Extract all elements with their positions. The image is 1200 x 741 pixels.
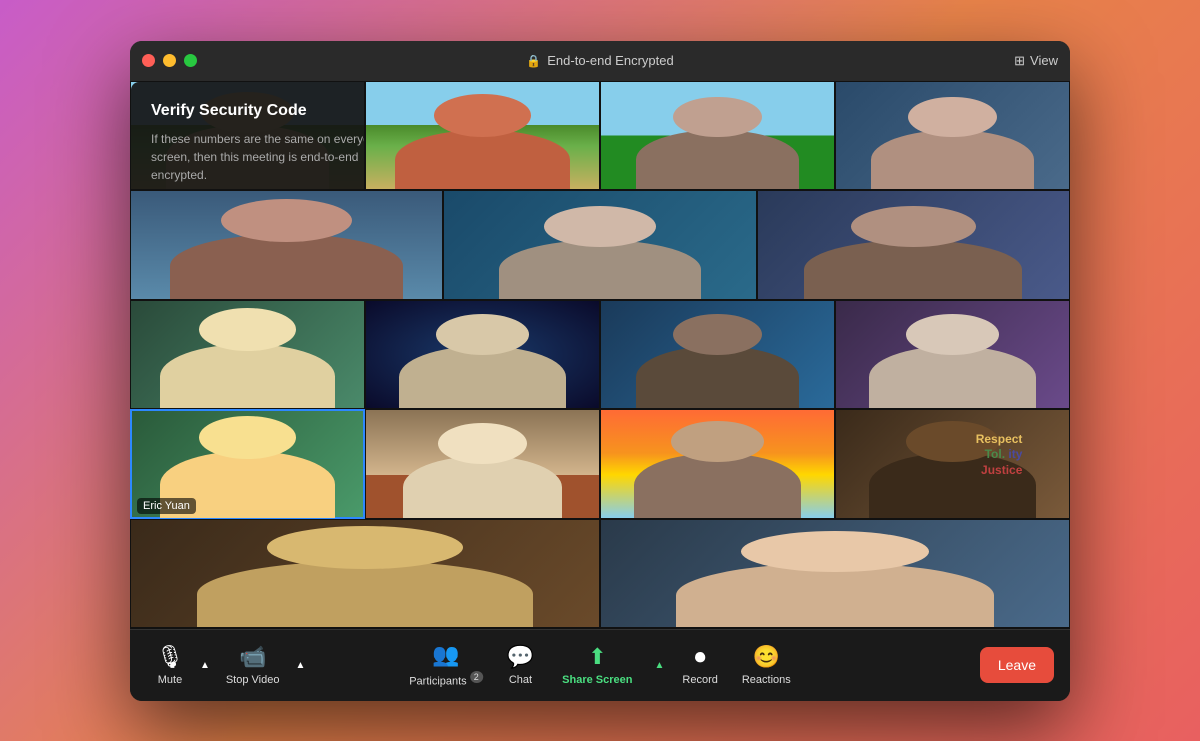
share-screen-button[interactable]: ⬆ Share Screen (548, 638, 646, 692)
person-12 (366, 410, 599, 518)
video-icon: 📹 (239, 644, 266, 670)
video-cell-9 (365, 300, 600, 410)
person-3 (601, 82, 834, 190)
record-icon: ⏺ (695, 644, 706, 670)
lock-icon: 🔒 (526, 54, 541, 68)
toolbar-left: 🎙 Mute ▲ 📹 Stop Video ▲ (146, 638, 309, 692)
person-14: Respect Tol. ity Justice (836, 410, 1069, 518)
share-caret-icon: ▲ (654, 660, 664, 671)
video-grid: Verify Security Code If these numbers ar… (130, 81, 1070, 629)
person-11 (836, 301, 1069, 409)
reactions-button[interactable]: 😊 Reactions (732, 638, 801, 692)
participants-button[interactable]: 👥 Participants 2 (399, 636, 493, 694)
video-cell-16 (600, 519, 1070, 629)
share-screen-icon: ⬆ (588, 644, 606, 670)
video-cell-4 (835, 81, 1070, 191)
mute-label: Mute (158, 674, 182, 686)
grid-row-5 (130, 519, 1070, 629)
person-16 (601, 520, 1069, 628)
title-bar: 🔒 End-to-end Encrypted ⊞ View (130, 41, 1070, 81)
participants-label: Participants 2 (409, 672, 483, 688)
person-13 (601, 410, 834, 518)
grid-icon: ⊞ (1014, 53, 1025, 69)
mute-button[interactable]: 🎙 Mute (146, 638, 194, 692)
view-button[interactable]: ⊞ View (1014, 53, 1058, 69)
traffic-lights (142, 54, 197, 67)
person-9 (366, 301, 599, 409)
participants-icon: 👥 (432, 642, 459, 668)
video-cell-1: Verify Security Code If these numbers ar… (130, 81, 365, 191)
stop-video-button[interactable]: 📹 Stop Video (216, 638, 290, 692)
video-cell-14: Respect Tol. ity Justice (835, 409, 1070, 519)
person-4 (836, 82, 1069, 190)
person-10 (601, 301, 834, 409)
chat-label: Chat (509, 674, 532, 686)
microphone-icon: 🎙 (156, 644, 184, 670)
video-cell-13 (600, 409, 835, 519)
toolbar: 🎙 Mute ▲ 📹 Stop Video ▲ 👥 Participants 2… (130, 629, 1070, 701)
close-button[interactable] (142, 54, 155, 67)
record-label: Record (682, 674, 717, 686)
eric-yuan-badge: Eric Yuan (137, 498, 196, 514)
app-window: 🔒 End-to-end Encrypted ⊞ View Verify Sec… (130, 41, 1070, 701)
mute-caret[interactable]: ▲ (196, 654, 214, 677)
person-8 (131, 301, 364, 409)
person-7 (758, 191, 1069, 299)
video-cell-6 (443, 190, 756, 300)
video-cell-2 (365, 81, 600, 191)
security-panel: Verify Security Code If these numbers ar… (131, 82, 365, 191)
chat-button[interactable]: 💬 Chat (497, 638, 544, 692)
reactions-label: Reactions (742, 674, 791, 686)
window-title: End-to-end Encrypted (547, 53, 673, 68)
toolbar-center: 👥 Participants 2 💬 Chat ⬆ Share Screen ▲… (399, 636, 801, 694)
video-cell-11 (835, 300, 1070, 410)
person-5 (131, 191, 442, 299)
share-screen-label: Share Screen (562, 674, 632, 686)
leave-button[interactable]: Leave (980, 647, 1054, 683)
video-cell-12 (365, 409, 600, 519)
video-cell-10 (600, 300, 835, 410)
grid-row-3 (130, 300, 1070, 410)
toolbar-right: Leave (980, 647, 1054, 683)
person-6 (444, 191, 755, 299)
caret-up-icon-2: ▲ (295, 660, 305, 671)
video-caret[interactable]: ▲ (291, 654, 309, 677)
chat-icon: 💬 (507, 644, 534, 670)
title-center: 🔒 End-to-end Encrypted (526, 53, 673, 68)
person-2 (366, 82, 599, 190)
video-cell-7 (757, 190, 1070, 300)
video-cell-5 (130, 190, 443, 300)
grid-row-4: Eric Yuan Respect (130, 409, 1070, 519)
video-cell-3 (600, 81, 835, 191)
video-cell-15 (130, 519, 600, 629)
grid-row-2 (130, 190, 1070, 300)
share-caret[interactable]: ▲ (650, 654, 668, 677)
record-button[interactable]: ⏺ Record (672, 638, 727, 692)
caret-up-icon: ▲ (200, 660, 210, 671)
reactions-icon: 😊 (753, 644, 780, 670)
security-title: Verify Security Code (151, 102, 365, 120)
person-15 (131, 520, 599, 628)
security-description: If these numbers are the same on everyon… (151, 130, 365, 184)
stop-video-label: Stop Video (226, 674, 280, 686)
maximize-button[interactable] (184, 54, 197, 67)
video-cell-8 (130, 300, 365, 410)
minimize-button[interactable] (163, 54, 176, 67)
grid-row-1: Verify Security Code If these numbers ar… (130, 81, 1070, 191)
video-cell-eric: Eric Yuan (130, 409, 365, 519)
